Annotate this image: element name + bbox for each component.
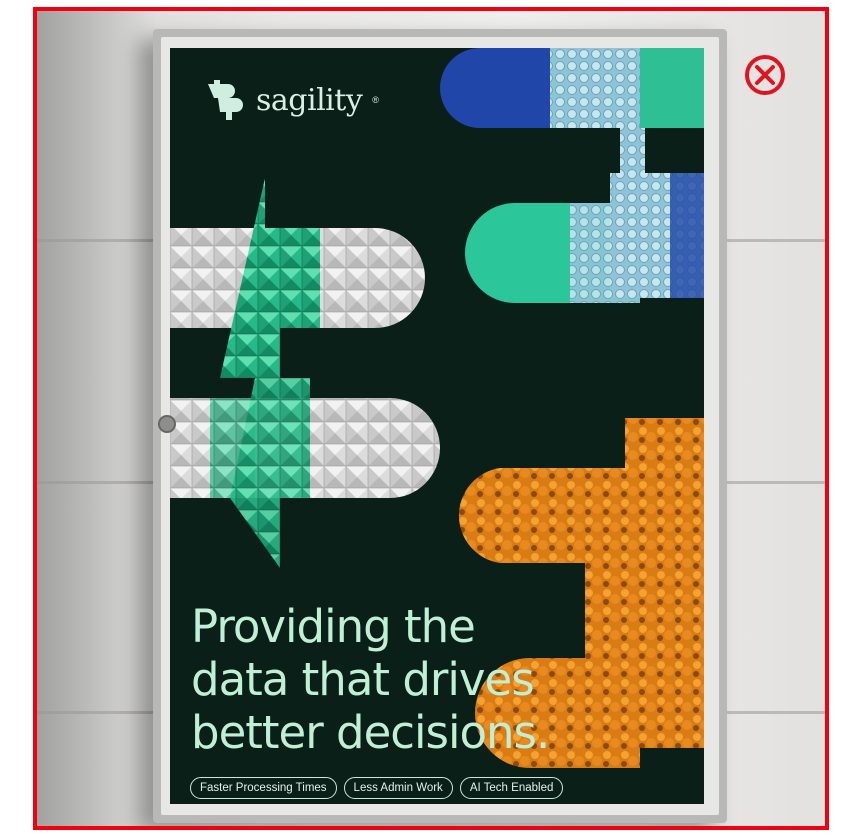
feature-tag: Faster Processing Times bbox=[190, 777, 337, 799]
feature-tag: AI Tech Enabled bbox=[459, 777, 564, 799]
wall-shadow bbox=[37, 11, 157, 826]
sagility-logo-icon bbox=[208, 80, 243, 120]
brand-logo: sagility ® bbox=[206, 80, 379, 120]
headline-line: better decisions. bbox=[191, 706, 550, 759]
headline-line: data that drives bbox=[191, 653, 535, 706]
poster-case: sagility ® Providing the data that drives… bbox=[153, 29, 727, 823]
brand-registered-mark: ® bbox=[372, 95, 379, 105]
headline: Providing the data that drives better de… bbox=[191, 600, 691, 759]
brand-name: sagility bbox=[256, 82, 363, 118]
case-lock-icon bbox=[158, 415, 176, 433]
feature-tags: Faster Processing Times Less Admin Work … bbox=[190, 777, 564, 799]
advertisement-frame: sagility ® Providing the data that drives… bbox=[33, 7, 829, 830]
close-ad-button[interactable] bbox=[744, 54, 786, 96]
feature-tag: Less Admin Work bbox=[343, 777, 453, 799]
poster[interactable]: sagility ® Providing the data that drives… bbox=[170, 48, 704, 804]
close-icon[interactable] bbox=[744, 54, 786, 96]
headline-line: Providing the bbox=[191, 600, 476, 653]
